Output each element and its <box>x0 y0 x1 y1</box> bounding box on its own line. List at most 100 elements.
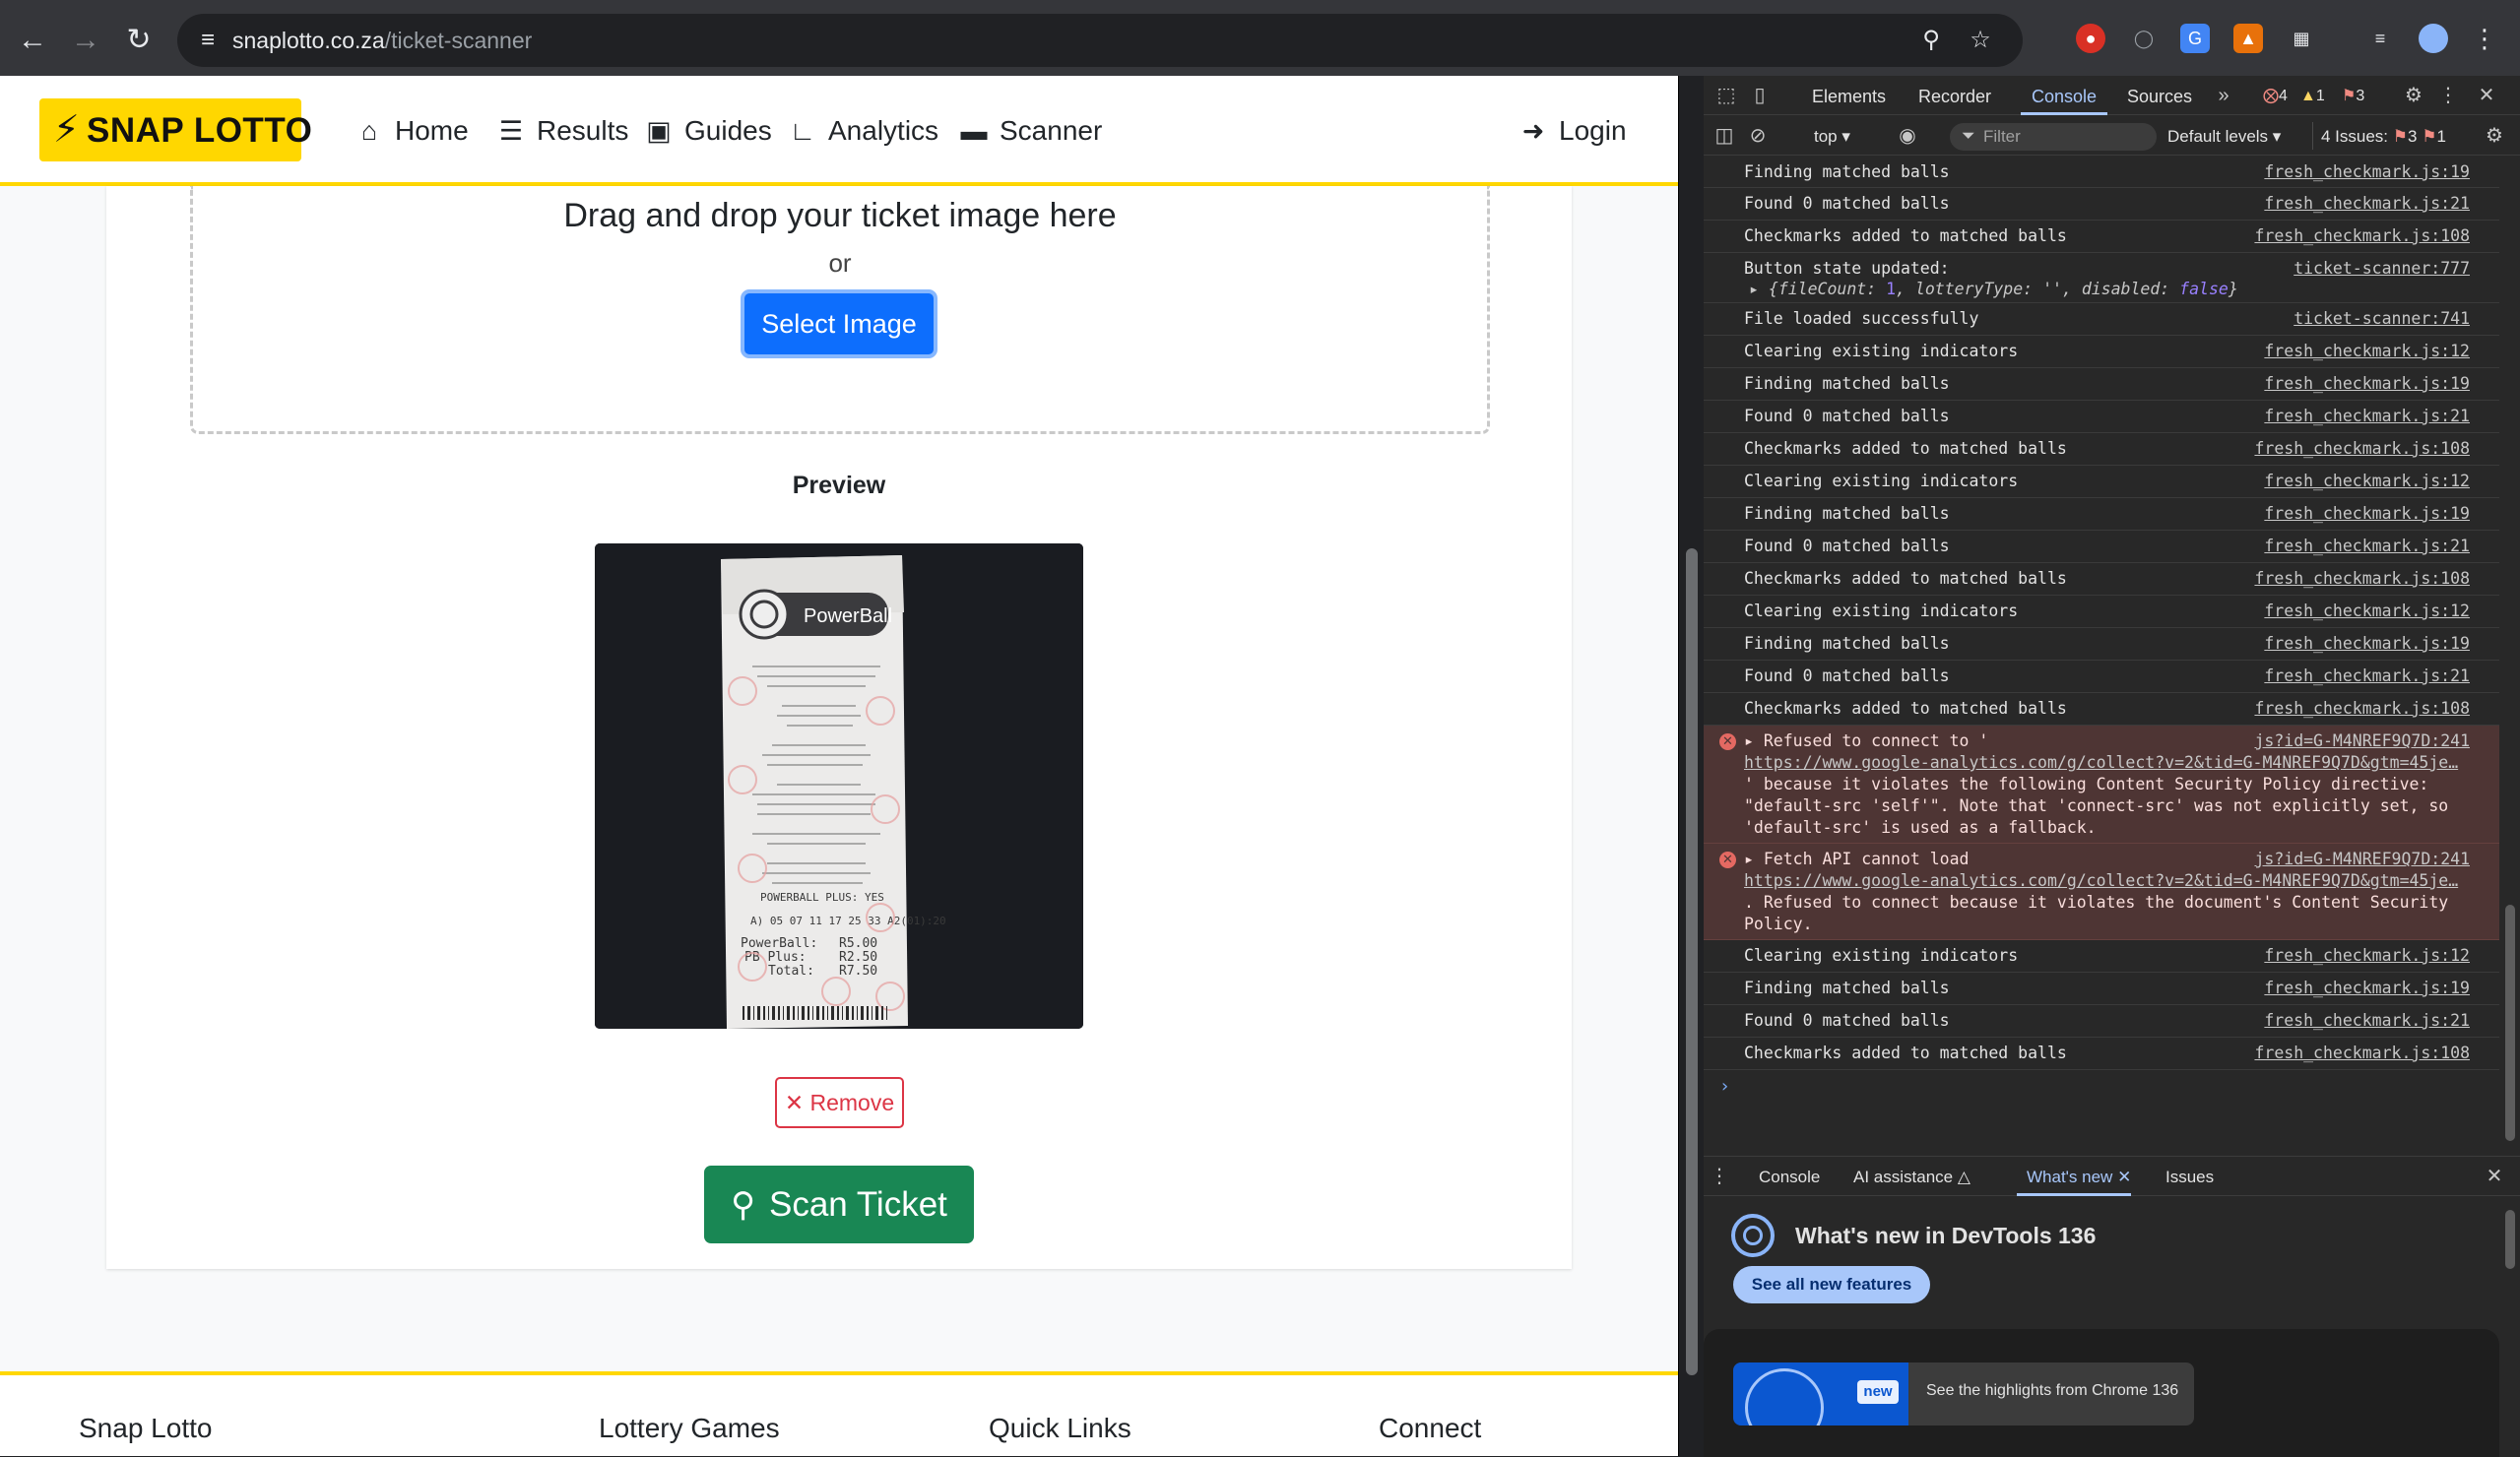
console-error-head[interactable]: ▸ Fetch API cannot load <box>1744 850 1970 868</box>
console-source-link[interactable]: fresh_checkmark.js:12 <box>2264 472 2470 490</box>
book-icon: ▣ <box>646 116 672 146</box>
drawer-scrollbar[interactable] <box>2499 1196 2520 1457</box>
browser-menu-icon[interactable]: ⋮ <box>2470 24 2499 53</box>
error-url-link[interactable]: https://www.google-analytics.com/g/colle… <box>1744 871 2458 890</box>
drawer-menu-icon[interactable]: ⋮ <box>1710 1165 1729 1188</box>
console-source-link[interactable]: fresh_checkmark.js:12 <box>2264 946 2470 965</box>
console-source-link[interactable]: fresh_checkmark.js:19 <box>2264 979 2470 997</box>
inspect-element-icon[interactable]: ⬚ <box>1713 84 1739 107</box>
media-queue-icon[interactable]: ≡ <box>2365 24 2395 53</box>
back-icon[interactable]: ← <box>12 20 53 61</box>
console-prompt-icon[interactable]: › <box>1719 1076 1730 1097</box>
live-expression-eye-icon[interactable]: ◉ <box>1893 124 1922 148</box>
drawer-tab-whats-new[interactable]: What's new ✕ <box>2027 1167 2131 1188</box>
console-source-link[interactable]: fresh_checkmark.js:19 <box>2264 374 2470 393</box>
console-source-link[interactable]: fresh_checkmark.js:21 <box>2264 407 2470 425</box>
reload-icon[interactable]: ↻ <box>118 20 160 61</box>
issue-count-badge[interactable]: ⚑3 <box>2342 86 2364 107</box>
see-all-features-button[interactable]: See all new features <box>1733 1266 1930 1303</box>
drawer-scrollbar-thumb[interactable] <box>2505 1210 2515 1269</box>
console-source-link[interactable]: fresh_checkmark.js:108 <box>2254 569 2470 588</box>
device-toolbar-icon[interactable]: ▯ <box>1747 84 1773 107</box>
nav-guides-label: Guides <box>684 115 772 146</box>
context-select[interactable]: top ▾ <box>1814 126 1850 148</box>
console-source-link[interactable]: fresh_checkmark.js:21 <box>2264 537 2470 555</box>
forward-icon[interactable]: → <box>65 20 106 61</box>
page-scrollbar[interactable] <box>1680 76 1704 1456</box>
address-bar[interactable]: ≡ snaplotto.co.za/ticket-scanner ⚲ ☆ <box>177 14 2023 67</box>
console-source-link[interactable]: fresh_checkmark.js:21 <box>2264 1011 2470 1030</box>
console-source-link[interactable]: js?id=G-M4NREF9Q7D:241 <box>2254 731 2470 750</box>
console-source-link[interactable]: fresh_checkmark.js:19 <box>2264 162 2470 181</box>
console-source-link[interactable]: fresh_checkmark.js:19 <box>2264 634 2470 653</box>
site-info-icon[interactable]: ≡ <box>193 26 223 55</box>
settings-gear-icon[interactable]: ⚙ <box>2401 84 2426 107</box>
console-source-link[interactable]: fresh_checkmark.js:108 <box>2254 1044 2470 1062</box>
console-settings-icon[interactable]: ⚙ <box>2482 124 2507 148</box>
console-source-link[interactable]: js?id=G-M4NREF9Q7D:241 <box>2254 850 2470 868</box>
warning-count-badge[interactable]: ▲1 <box>2300 86 2325 107</box>
console-source-link[interactable]: fresh_checkmark.js:108 <box>2254 439 2470 458</box>
extension-circle-icon[interactable]: ◯ <box>2129 24 2159 53</box>
highlight-banner[interactable]: new See the highlights from Chrome 136 <box>1733 1362 2194 1425</box>
issues-link[interactable]: 4 Issues: ⚑3 ⚑1 <box>2321 126 2446 148</box>
sidebar-toggle-icon[interactable]: ◫ <box>1712 124 1737 148</box>
console-source-link[interactable]: fresh_checkmark.js:21 <box>2264 666 2470 685</box>
select-image-button[interactable]: Select Image <box>741 289 937 358</box>
drawer-tab-ai-assistance[interactable]: AI assistance △ <box>1853 1167 1971 1188</box>
close-tab-icon[interactable]: ✕ <box>2117 1168 2131 1186</box>
nav-guides[interactable]: ▣ Guides <box>642 113 772 149</box>
nav-login[interactable]: ➜ Login <box>1517 113 1627 149</box>
tab-console[interactable]: Console <box>2032 86 2097 107</box>
console-source-link[interactable]: fresh_checkmark.js:12 <box>2264 602 2470 620</box>
profile-avatar-icon[interactable] <box>2419 24 2448 53</box>
extensions-puzzle-icon[interactable]: ▦ <box>2287 24 2316 53</box>
clear-console-icon[interactable]: ⊘ <box>1745 124 1771 148</box>
console-source-link[interactable]: fresh_checkmark.js:108 <box>2254 699 2470 718</box>
button-state-object[interactable]: ▸ {fileCount: 1, lotteryType: '', disabl… <box>1749 280 2238 298</box>
nav-scanner[interactable]: ▬ Scanner <box>957 113 1103 149</box>
devtools-menu-icon[interactable]: ⋮ <box>2438 84 2458 107</box>
close-devtools-icon[interactable]: ✕ <box>2474 84 2499 107</box>
extension-fox-icon[interactable]: ▲ <box>2233 24 2263 53</box>
close-drawer-icon[interactable]: ✕ <box>2482 1165 2507 1188</box>
site-logo[interactable]: ⚡ SNAP LOTTO <box>39 98 312 161</box>
tab-elements[interactable]: Elements <box>1812 86 1886 107</box>
close-icon: ✕ <box>784 1090 805 1115</box>
url-text[interactable]: snaplotto.co.za/ticket-scanner <box>232 27 532 54</box>
tab-recorder[interactable]: Recorder <box>1918 86 1991 107</box>
console-source-link[interactable]: fresh_checkmark.js:108 <box>2254 226 2470 245</box>
console-scrollbar[interactable] <box>2499 157 2520 1157</box>
console-source-link[interactable]: fresh_checkmark.js:19 <box>2264 504 2470 523</box>
log-levels-select[interactable]: Default levels ▾ <box>2167 126 2281 148</box>
more-tabs-icon[interactable]: » <box>2212 84 2235 107</box>
extension-translate-icon[interactable]: G <box>2180 24 2210 53</box>
bookmark-star-icon[interactable]: ☆ <box>1966 26 1995 55</box>
extension-shield-icon[interactable]: ● <box>2076 24 2105 53</box>
console-message: Button state updated: <box>1744 259 1950 278</box>
console-error-head[interactable]: ▸ Refused to connect to ' <box>1744 731 1988 750</box>
console-line: Clearing existing indicators fresh_checkm… <box>1704 466 2499 498</box>
zoom-icon[interactable]: ⚲ <box>1916 26 1946 55</box>
footer-heading-quick-links: Quick Links <box>989 1413 1131 1443</box>
console-source-link[interactable]: ticket-scanner:777 <box>2294 259 2470 278</box>
page-divider <box>1678 76 1679 1456</box>
nav-results[interactable]: ☰ Results <box>494 113 628 149</box>
tab-sources[interactable]: Sources <box>2127 86 2192 107</box>
remove-button[interactable]: ✕ Remove <box>775 1077 904 1128</box>
scan-ticket-button[interactable]: ⚲ Scan Ticket <box>704 1166 974 1243</box>
console-source-link[interactable]: fresh_checkmark.js:21 <box>2264 194 2470 213</box>
filter-input[interactable]: ⏷ Filter <box>1950 123 2157 151</box>
error-url-link[interactable]: https://www.google-analytics.com/g/colle… <box>1744 753 2458 772</box>
nav-home[interactable]: ⌂ Home <box>353 113 469 149</box>
nav-analytics[interactable]: ∟ Analytics <box>786 113 938 149</box>
console-source-link[interactable]: fresh_checkmark.js:12 <box>2264 342 2470 360</box>
console-source-link[interactable]: ticket-scanner:741 <box>2294 309 2470 328</box>
console-scrollbar-thumb[interactable] <box>2505 905 2515 1141</box>
list-icon: ☰ <box>498 116 524 146</box>
error-count-badge[interactable]: ⨂4 <box>2263 86 2288 107</box>
footer-heading-snap-lotto: Snap Lotto <box>79 1413 213 1443</box>
drawer-tab-console[interactable]: Console <box>1759 1167 1820 1188</box>
drawer-tab-issues[interactable]: Issues <box>2165 1167 2214 1188</box>
page-scrollbar-thumb[interactable] <box>1686 548 1698 1375</box>
